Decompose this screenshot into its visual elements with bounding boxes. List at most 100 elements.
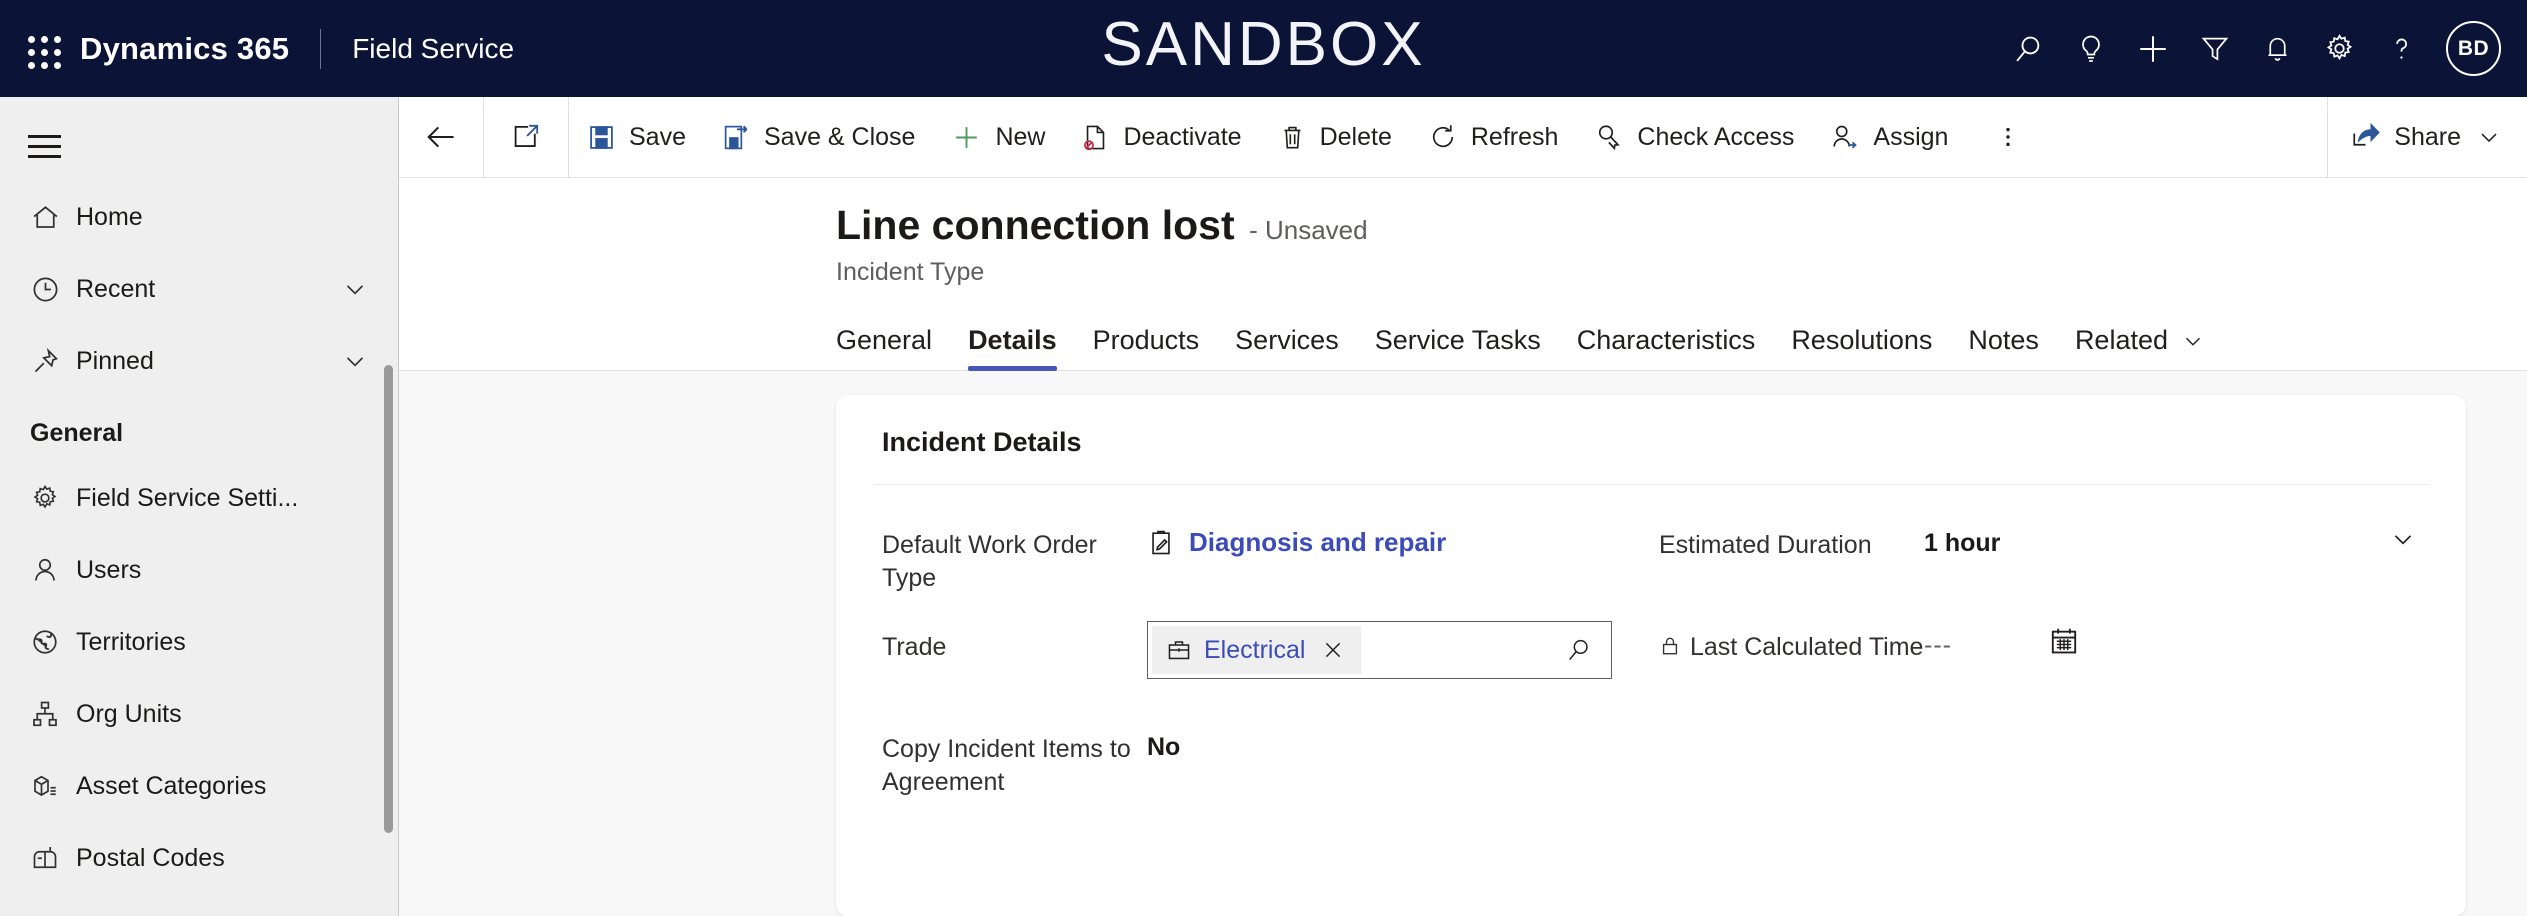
field-label: Copy Incident Items to Agreement xyxy=(882,735,1131,796)
assign-icon xyxy=(1830,122,1860,152)
sidebar-item-label: Territories xyxy=(76,627,186,656)
tab-resolutions[interactable]: Resolutions xyxy=(1791,325,1932,370)
deactivate-button[interactable]: Deactivate xyxy=(1063,97,1259,177)
person-icon xyxy=(30,555,76,585)
sidebar-item-label: Pinned xyxy=(76,346,154,375)
sidebar-group-header: General xyxy=(30,419,124,447)
home-icon xyxy=(30,202,76,233)
form-body: Incident Details Default Work Order Type xyxy=(399,371,2527,916)
gear-icon[interactable] xyxy=(2308,17,2370,81)
tab-details[interactable]: Details xyxy=(968,325,1057,371)
field-last-calculated-time: Last Calculated Time --- xyxy=(1651,621,2428,723)
estimated-duration-value: 1 hour xyxy=(1924,529,2001,557)
sidebar-item-label: Org Units xyxy=(76,699,182,728)
lock-icon xyxy=(1659,631,1681,658)
close-icon[interactable] xyxy=(1317,638,1349,662)
field-value: Diagnosis and repair xyxy=(1147,519,1651,558)
field-label: Estimated Duration xyxy=(1659,531,1872,559)
header-divider xyxy=(320,28,322,69)
sidebar-item-home[interactable]: Home xyxy=(0,181,398,253)
field-label: Trade xyxy=(882,633,947,661)
calendar-icon[interactable] xyxy=(2048,621,2080,657)
sidebar-item-pinned[interactable]: Pinned xyxy=(0,325,398,397)
field-value: --- xyxy=(1924,621,2428,660)
sidebar-item-asset-categories[interactable]: Asset Categories xyxy=(0,750,398,822)
tab-service-tasks[interactable]: Service Tasks xyxy=(1375,325,1541,370)
sidebar-item-recent[interactable]: Recent xyxy=(0,253,398,325)
tab-notes[interactable]: Notes xyxy=(1968,325,2039,370)
hamburger-menu-icon[interactable] xyxy=(28,119,82,173)
chevron-down-icon[interactable] xyxy=(2388,524,2428,554)
work-order-icon xyxy=(1147,529,1175,557)
sidebar-item-field-service-settings[interactable]: Field Service Setti... xyxy=(0,462,398,534)
lightbulb-icon[interactable] xyxy=(2060,17,2122,81)
work-order-type-link[interactable]: Diagnosis and repair xyxy=(1147,519,1651,558)
tab-characteristics[interactable]: Characteristics xyxy=(1577,325,1756,370)
sidebar-item-territories[interactable]: Territories xyxy=(0,606,398,678)
trade-chip-label: Electrical xyxy=(1204,635,1306,664)
briefcase-icon xyxy=(1166,637,1192,663)
question-icon[interactable] xyxy=(2370,17,2432,81)
bell-icon[interactable] xyxy=(2246,17,2308,81)
page-title: Line connection lost xyxy=(836,202,1235,248)
sidebar-item-org-units[interactable]: Org Units xyxy=(0,678,398,750)
check-access-button[interactable]: Check Access xyxy=(1576,97,1812,177)
user-avatar[interactable]: BD xyxy=(2446,21,2501,76)
overflow-menu-button[interactable] xyxy=(1966,122,2050,152)
delete-button[interactable]: Delete xyxy=(1260,97,1410,177)
field-value: No xyxy=(1147,723,1651,762)
tab-general[interactable]: General xyxy=(836,325,932,370)
back-button[interactable] xyxy=(399,97,483,177)
refresh-button[interactable]: Refresh xyxy=(1410,97,1577,177)
globe-icon xyxy=(30,627,76,657)
chevron-down-icon[interactable] xyxy=(340,274,370,304)
copy-incident-items-value[interactable]: No xyxy=(1147,723,1651,762)
brand-title[interactable]: Dynamics 365 xyxy=(80,31,289,67)
app-launcher-icon[interactable] xyxy=(18,26,64,72)
estimated-duration-dropdown[interactable]: 1 hour xyxy=(1924,519,2428,558)
environment-banner-text: SANDBOX xyxy=(1101,10,1426,79)
chevron-down-icon[interactable] xyxy=(2180,328,2206,354)
command-spacer xyxy=(2050,97,2327,177)
chevron-down-icon[interactable] xyxy=(2475,123,2503,151)
app-header: Dynamics 365 Field Service SANDBOX BD xyxy=(0,0,2527,97)
filter-icon[interactable] xyxy=(2184,17,2246,81)
deactivate-button-label: Deactivate xyxy=(1123,122,1242,151)
sidebar-item-label: Users xyxy=(76,555,142,584)
save-and-close-button[interactable]: Save & Close xyxy=(704,97,933,177)
form-tab-list: General Details Products Services Servic… xyxy=(399,309,2527,371)
check-access-icon xyxy=(1594,122,1624,152)
assign-button[interactable]: Assign xyxy=(1812,97,1966,177)
tab-products[interactable]: Products xyxy=(1093,325,1200,370)
command-button-group: Save Save & Close New Deactivate Delete … xyxy=(569,97,2050,177)
popout-button[interactable] xyxy=(484,97,568,177)
sitemap-sidebar: Home Recent Pinned General Field Service… xyxy=(0,97,399,916)
trade-chip[interactable]: Electrical xyxy=(1152,626,1362,674)
plus-icon xyxy=(951,122,982,153)
sidebar-item-users[interactable]: Users xyxy=(0,534,398,606)
sidebar-scrollbar-thumb[interactable] xyxy=(384,365,393,833)
last-calculated-time-value: --- xyxy=(1924,631,1952,659)
sidebar-item-label: Home xyxy=(76,202,143,231)
work-order-type-value: Diagnosis and repair xyxy=(1189,527,1447,557)
assign-button-label: Assign xyxy=(1873,122,1949,151)
save-close-icon xyxy=(722,123,751,152)
search-icon[interactable] xyxy=(1998,17,2060,81)
chevron-down-icon[interactable] xyxy=(340,346,370,376)
app-name[interactable]: Field Service xyxy=(352,33,514,65)
sidebar-item-postal-codes[interactable]: Postal Codes xyxy=(0,822,398,894)
deactivate-icon xyxy=(1081,123,1110,152)
last-calculated-time-label: Last Calculated Time xyxy=(1690,633,1924,661)
new-button[interactable]: New xyxy=(933,97,1063,177)
sidebar-item-label: Recent xyxy=(76,274,156,303)
search-icon[interactable] xyxy=(1551,636,1607,664)
tab-services[interactable]: Services xyxy=(1235,325,1339,370)
asset-box-icon xyxy=(30,771,76,801)
trade-lookup-input[interactable]: Electrical xyxy=(1147,621,1612,679)
refresh-button-label: Refresh xyxy=(1470,122,1559,151)
record-status: - Unsaved xyxy=(1249,215,1368,245)
share-button[interactable]: Share xyxy=(2328,97,2527,177)
save-button[interactable]: Save xyxy=(569,97,704,177)
plus-icon[interactable] xyxy=(2122,17,2184,81)
tab-related[interactable]: Related xyxy=(2075,325,2206,370)
